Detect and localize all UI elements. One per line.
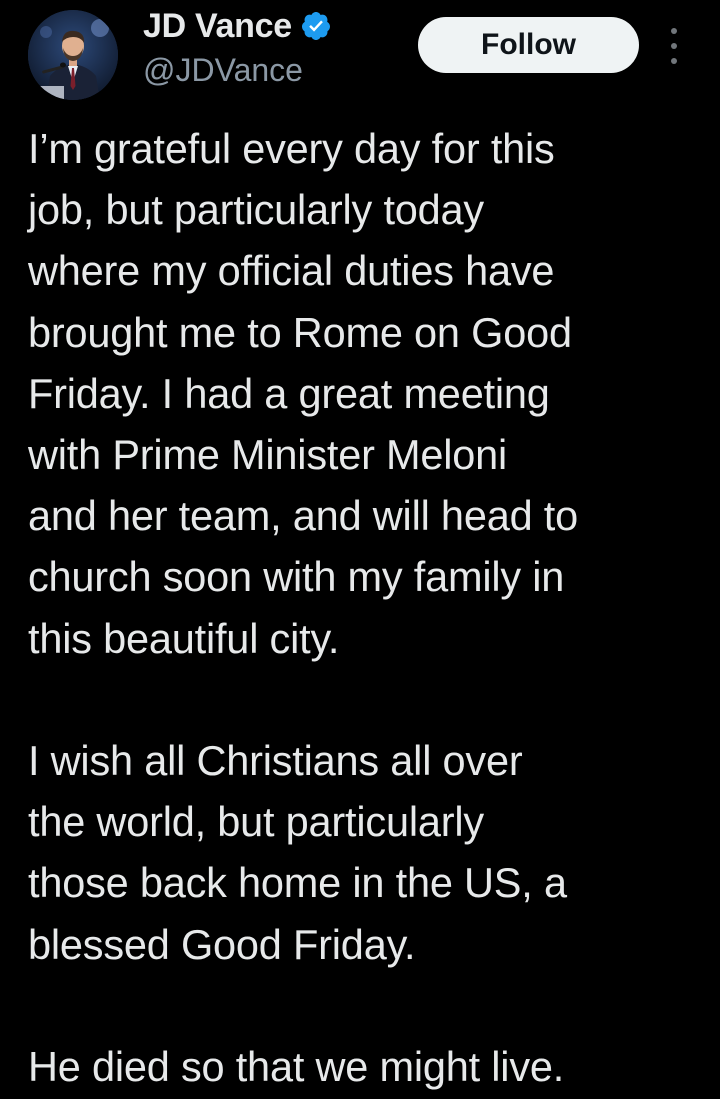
author-handle[interactable]: @JDVance <box>143 52 303 89</box>
tweet-text: I’m grateful every day for this job, but… <box>28 118 708 1097</box>
tweet-paragraph: He died so that we might live. <box>28 1043 565 1091</box>
more-dot <box>671 58 677 64</box>
author-name-row[interactable]: JD Vance <box>143 4 332 48</box>
avatar[interactable] <box>28 10 118 100</box>
more-dot <box>671 43 677 49</box>
tweet-card: JD Vance @JDVance Follow I’m grateful ev… <box>0 0 720 1099</box>
author-display-name[interactable]: JD Vance <box>143 7 292 46</box>
verified-badge-icon <box>300 10 332 42</box>
more-vertical-icon[interactable] <box>664 28 684 64</box>
tweet-paragraph: I wish all Christians all over the world… <box>28 737 567 968</box>
tweet-paragraph: I’m grateful every day for this job, but… <box>28 125 578 662</box>
more-dot <box>671 28 677 34</box>
profile-photo-icon <box>28 10 118 100</box>
follow-button[interactable]: Follow <box>418 17 639 73</box>
